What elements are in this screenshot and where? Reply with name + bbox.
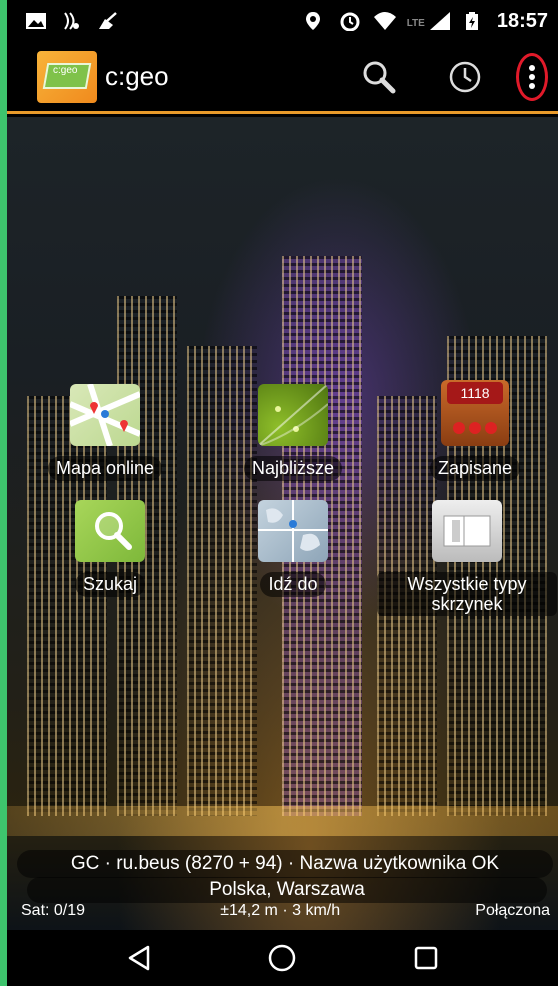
alarm-icon: [339, 11, 361, 32]
menu-stored[interactable]: 1118 Zapisane: [410, 380, 540, 481]
wifi-icon: [373, 11, 396, 31]
menu-live-map[interactable]: Mapa online: [40, 384, 170, 481]
cache-type-filter-icon: [432, 500, 502, 562]
broom-icon: [97, 11, 119, 31]
overflow-menu-button[interactable]: [516, 52, 548, 101]
back-button[interactable]: [119, 938, 159, 978]
search-button[interactable]: [336, 47, 422, 107]
more-vert-icon: [529, 64, 535, 89]
recents-square-icon: [414, 946, 438, 970]
home-circle-icon: [269, 944, 296, 972]
menu-label: Wszystkie typy skrzynek: [377, 572, 557, 616]
search-icon: [363, 61, 396, 93]
app-title: c:geo: [105, 61, 169, 91]
search-icon: [75, 500, 145, 562]
location-address: Polska, Warszawa: [27, 877, 547, 903]
menu-label: Szukaj: [74, 572, 146, 597]
phone-screen: LTE 18:57 c:geo c:geo Mapa online Najbli…: [7, 0, 558, 986]
waterfront-lights: [7, 806, 558, 836]
back-triangle-icon: [128, 945, 150, 971]
app-logo-icon[interactable]: c:geo: [37, 50, 97, 103]
menu-label: Zapisane: [429, 456, 521, 481]
radar-icon: [258, 384, 328, 446]
connector-status-line: GC · ru.beus (8270 + 94) · Nazwa użytkow…: [17, 850, 553, 878]
map-point-icon: [258, 500, 328, 562]
clock-icon: [449, 61, 481, 92]
image-icon: [25, 11, 47, 31]
menu-all-cache-types[interactable]: Wszystkie typy skrzynek: [377, 500, 557, 616]
battery-icon: [463, 11, 485, 31]
recents-button[interactable]: [406, 938, 446, 978]
menu-label: Mapa online: [47, 456, 163, 481]
cell-signal-icon: [429, 11, 451, 31]
history-button[interactable]: [422, 47, 508, 107]
menu-search[interactable]: Szukaj: [45, 500, 175, 597]
accuracy-speed: ±14,2 m · 3 km/h: [220, 902, 341, 919]
menu-label: Idź do: [260, 572, 326, 597]
menu-go-to[interactable]: Idź do: [228, 500, 358, 597]
navigation-bar: [7, 930, 558, 986]
home-button[interactable]: [262, 938, 302, 978]
nfc-icon: [61, 11, 83, 31]
menu-nearby[interactable]: Najbliższe: [228, 384, 358, 481]
treasure-box-icon: 1118: [441, 380, 509, 446]
app-bar: c:geo c:geo: [7, 42, 558, 114]
connection-status: Połączona: [475, 902, 550, 919]
satellites-count: Sat: 0/19: [21, 902, 86, 919]
lte-label: LTE: [406, 17, 425, 29]
map-icon: [70, 384, 140, 446]
gps-status-row: Sat: 0/19 ±14,2 m · 3 km/h Połączona: [7, 902, 558, 920]
menu-label: Najbliższe: [243, 456, 343, 481]
clock: 18:57: [496, 9, 548, 32]
status-bar: LTE 18:57: [7, 0, 558, 42]
location-icon: [305, 11, 327, 31]
